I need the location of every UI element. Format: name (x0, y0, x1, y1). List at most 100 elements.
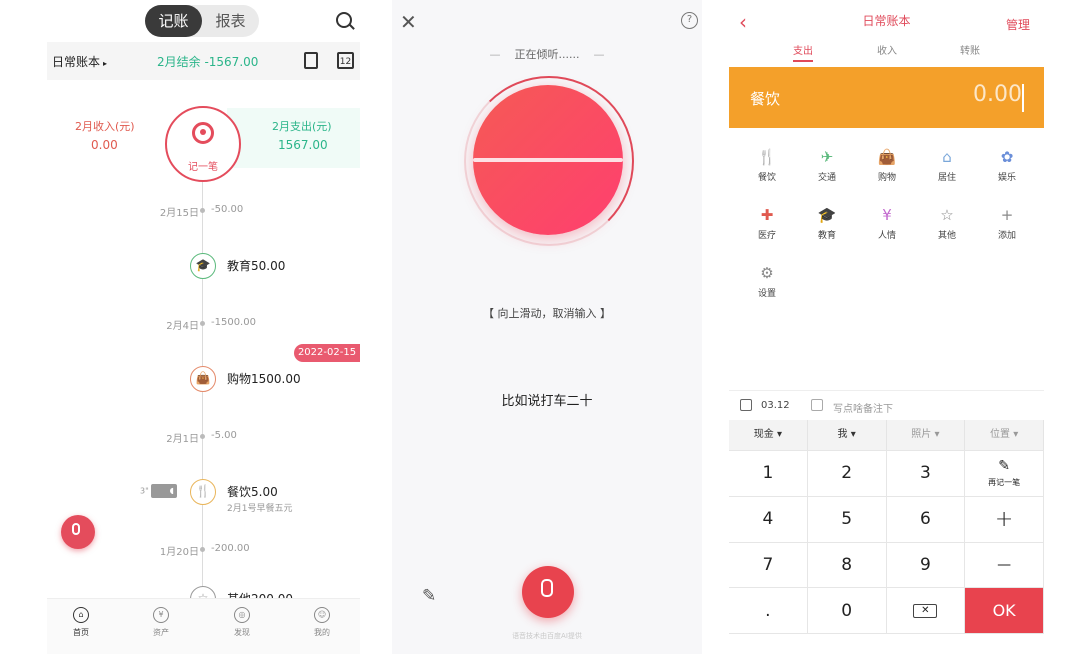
member-select[interactable]: 我 ▾ (808, 420, 887, 450)
category-label: 医疗 (757, 231, 776, 241)
location-select[interactable]: 位置 ▾ (965, 420, 1044, 450)
timeline-amount: -50.00 (211, 204, 244, 215)
nav-assets[interactable]: ¥ 资产 (131, 607, 191, 638)
category-add[interactable]: + 添加 (977, 204, 1037, 241)
key-9[interactable]: 9 (886, 542, 966, 589)
category-gift[interactable]: ¥ 人情 (857, 204, 917, 241)
close-icon[interactable]: ✕ (400, 10, 417, 34)
book-selector[interactable]: 日常账本 ▸ (52, 53, 107, 70)
key-4[interactable]: 4 (729, 496, 808, 543)
summary-bar: 日常账本 ▸ 2月结余 -1567.00 12 (47, 42, 360, 80)
key-1[interactable]: 1 (729, 451, 808, 497)
timeline-date: 1月20日 (159, 547, 199, 558)
caret-right-icon: ▸ (103, 59, 108, 68)
category-label: 教育 (817, 231, 836, 241)
number-keypad: 1 2 3 ✎ 再记一笔 4 5 6 + 7 8 9 — . 0 ✕ OK (729, 450, 1044, 634)
backspace-button[interactable]: ✕ (886, 588, 966, 634)
search-icon[interactable] (336, 12, 352, 28)
education-icon: 🎓 (190, 253, 216, 279)
option-row: 现金 ▾ 我 ▾ 照片 ▾ 位置 ▾ (729, 420, 1044, 450)
hold-to-talk-button[interactable] (522, 566, 574, 618)
pencil-icon[interactable]: ✎ (422, 586, 442, 606)
voice-play-icon: ◖ (150, 484, 177, 498)
voice-input-screen: ✕ ? — 正在倾听...... — 【 向上滑动，取消输入 】 比如说打车二十 ✎… (392, 0, 702, 654)
key-8[interactable]: 8 (807, 542, 887, 589)
category-medical[interactable]: ✚ 医疗 (737, 204, 797, 241)
key-5[interactable]: 5 (807, 496, 887, 543)
record-button-label: 记一笔 (188, 162, 218, 173)
voice-duration: 3" (140, 486, 149, 496)
assets-icon: ¥ (153, 607, 169, 623)
timeline-dot (200, 208, 205, 213)
voice-input-button[interactable] (61, 515, 95, 549)
voice-visualizer (473, 85, 623, 235)
category-label: 居住 (937, 173, 956, 183)
nav-discover[interactable]: ◎ 发现 (212, 607, 272, 638)
star-icon: ☆ (940, 206, 954, 224)
timeline-dot (200, 434, 205, 439)
note-input[interactable]: 写点啥备注下 (833, 400, 893, 415)
eraser-icon: ✎ (998, 458, 1010, 475)
tab-transfer[interactable]: 转账 (960, 42, 980, 57)
key-0[interactable]: 0 (807, 588, 887, 634)
category-label: 人情 (877, 231, 896, 241)
edit-note-icon (811, 399, 823, 411)
house-icon: ⌂ (942, 148, 952, 166)
provider-note: 语音技术由百度AI提供 (512, 632, 582, 640)
key-2[interactable]: 2 (807, 451, 887, 497)
record-again-button[interactable]: ✎ 再记一笔 (965, 451, 1044, 497)
home-icon: ⌂ (73, 607, 89, 623)
ok-button[interactable]: OK (965, 588, 1044, 634)
amount-display[interactable]: 餐饮 0.00 (729, 67, 1044, 128)
category-dining[interactable]: 🍴 餐饮 (737, 146, 797, 183)
expense-label: 2月支出(元) (272, 120, 332, 133)
nav-home[interactable]: ⌂ 首页 (51, 607, 111, 638)
record-entry-button[interactable]: 记一笔 (165, 106, 241, 182)
key-dot[interactable]: . (729, 588, 808, 634)
help-icon[interactable]: ? (681, 12, 698, 29)
tab-report[interactable]: 报表 (202, 5, 259, 37)
record-meta-row: 03.12 写点啥备注下 (729, 390, 1044, 420)
manage-button[interactable]: 管理 (1006, 16, 1030, 33)
microphone-icon (72, 523, 80, 535)
key-3[interactable]: 3 (886, 451, 966, 497)
bill-list-icon[interactable] (304, 52, 318, 69)
timeline-dot (200, 321, 205, 326)
category-shopping[interactable]: 👜 购物 (857, 146, 917, 183)
category-other[interactable]: ☆ 其他 (917, 204, 977, 241)
text-cursor (1022, 84, 1024, 112)
record-date[interactable]: 03.12 (761, 400, 790, 411)
entry-name: 教育50.00 (227, 259, 286, 273)
add-record-screen: ‹ 日常账本 管理 支出 收入 转账 餐饮 0.00 🍴 餐饮 ✈ 交通 👜 购物 ⌂… (729, 0, 1044, 654)
income-label: 2月收入(元) (75, 120, 135, 133)
nav-label: 发现 (234, 628, 250, 637)
category-settings[interactable]: ⚙ 设置 (737, 262, 797, 299)
profile-icon: ☺ (314, 607, 330, 623)
voice-message[interactable]: 3" ◖ (140, 484, 177, 498)
nav-mine[interactable]: ☺ 我的 (292, 607, 352, 638)
category-education[interactable]: 🎓 教育 (797, 204, 857, 241)
key-minus[interactable]: — (965, 542, 1044, 589)
timeline-line (202, 182, 203, 602)
dining-icon: 🍴 (190, 479, 216, 505)
timeline-amount: -1500.00 (211, 317, 256, 328)
account-select[interactable]: 现金 ▾ (729, 420, 808, 450)
expense-value: 1567.00 (278, 138, 328, 152)
backspace-icon: ✕ (913, 603, 938, 618)
timeline-date: 2月1日 (166, 434, 199, 445)
ferris-wheel-icon: ✿ (1000, 148, 1014, 166)
discover-icon: ◎ (234, 607, 250, 623)
shopping-icon: 👜 (877, 148, 897, 166)
category-transport[interactable]: ✈ 交通 (797, 146, 857, 183)
photo-select[interactable]: 照片 ▾ (887, 420, 966, 450)
tab-expense[interactable]: 支出 (793, 42, 813, 62)
key-7[interactable]: 7 (729, 542, 808, 589)
calendar-icon[interactable] (740, 399, 752, 411)
tab-record[interactable]: 记账 (145, 5, 202, 37)
category-housing[interactable]: ⌂ 居住 (917, 146, 977, 183)
key-plus[interactable]: + (965, 496, 1044, 543)
calendar-icon[interactable]: 12 (337, 52, 354, 69)
category-entertainment[interactable]: ✿ 娱乐 (977, 146, 1037, 183)
key-6[interactable]: 6 (886, 496, 966, 543)
tab-income[interactable]: 收入 (877, 42, 897, 57)
